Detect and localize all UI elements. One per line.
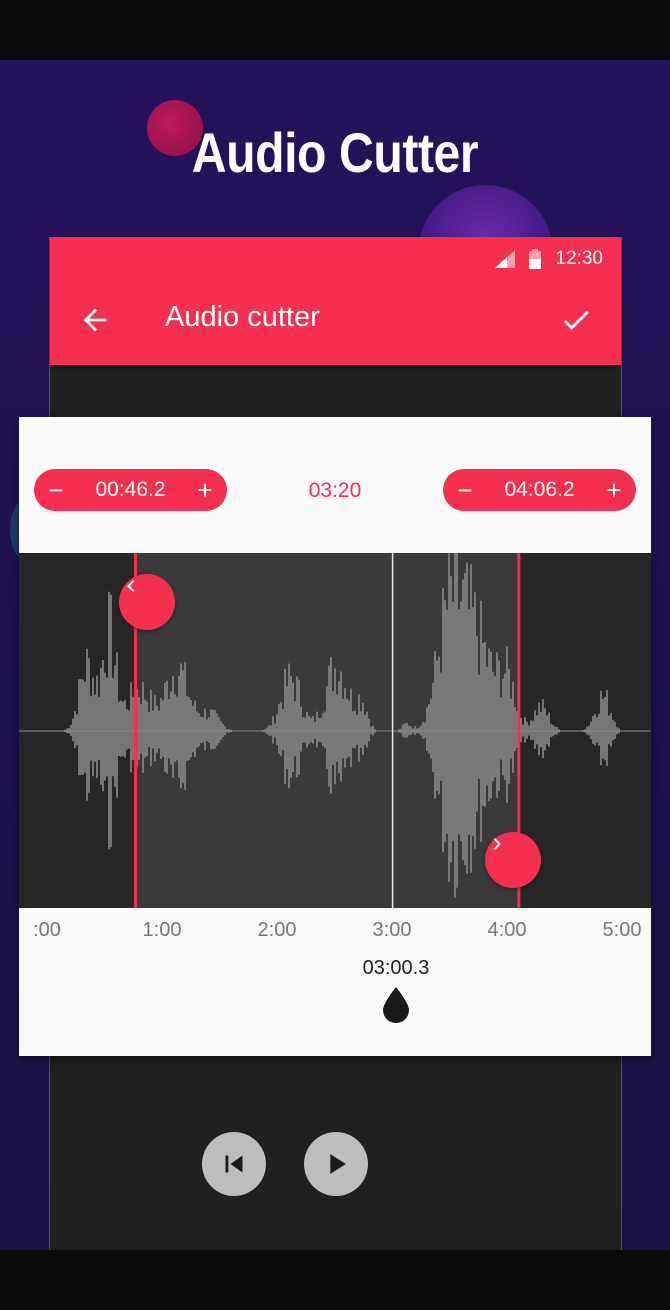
check-icon xyxy=(563,310,589,330)
arrow-back-icon xyxy=(83,308,107,332)
waveform xyxy=(19,553,651,908)
time-ruler: :00 1:00 2:00 3:00 4:00 5:00 xyxy=(19,917,651,947)
skip-previous-button[interactable] xyxy=(202,1132,266,1196)
start-decrease-button[interactable]: − xyxy=(48,477,64,503)
signal-icon xyxy=(495,250,516,268)
end-increase-button[interactable]: + xyxy=(606,477,622,503)
player-controls xyxy=(200,1132,470,1196)
chevron-left-icon xyxy=(127,580,135,592)
start-time-value[interactable]: 00:46.2 xyxy=(95,478,165,502)
confirm-button[interactable] xyxy=(559,303,593,337)
selection-duration: 03:20 xyxy=(308,479,362,502)
status-bar: 12:30 xyxy=(495,247,603,271)
end-time-value[interactable]: 04:06.2 xyxy=(504,478,574,502)
tick-label: 1:00 xyxy=(142,919,182,941)
play-icon xyxy=(330,1154,346,1174)
app-bar: 12:30 Audio cutter xyxy=(50,237,621,365)
playhead-drag-icon[interactable] xyxy=(383,987,409,1023)
tick-label: 5:00 xyxy=(602,919,642,941)
start-trim-handle[interactable] xyxy=(119,574,175,630)
tick-label: 2:00 xyxy=(257,919,297,941)
start-increase-button[interactable]: + xyxy=(197,477,213,503)
battery-icon xyxy=(529,249,542,269)
tick-label: 3:00 xyxy=(372,919,412,941)
start-time-stepper: − 00:46.2 + xyxy=(34,469,227,511)
back-button[interactable] xyxy=(78,303,112,337)
system-top-bar xyxy=(0,0,670,60)
trim-card: − 00:46.2 + 03:20 − 04:06.2 + :00 1:00 2… xyxy=(19,417,651,1056)
app-bar-title: Audio cutter xyxy=(165,301,320,333)
tick-label: 4:00 xyxy=(487,919,527,941)
skip-previous-icon xyxy=(225,1155,243,1173)
play-button[interactable] xyxy=(304,1132,368,1196)
system-bottom-bar xyxy=(0,1250,670,1310)
waveform-view[interactable] xyxy=(19,553,651,908)
end-decrease-button[interactable]: − xyxy=(457,477,473,503)
end-time-stepper: − 04:06.2 + xyxy=(443,469,636,511)
tick-label: :00 xyxy=(33,919,61,941)
playhead-time: 03:00.3 xyxy=(362,957,430,979)
promo-title: Audio Cutter xyxy=(191,121,479,184)
end-trim-handle[interactable] xyxy=(485,832,541,888)
chevron-right-icon xyxy=(493,838,501,850)
status-time: 12:30 xyxy=(555,248,603,269)
